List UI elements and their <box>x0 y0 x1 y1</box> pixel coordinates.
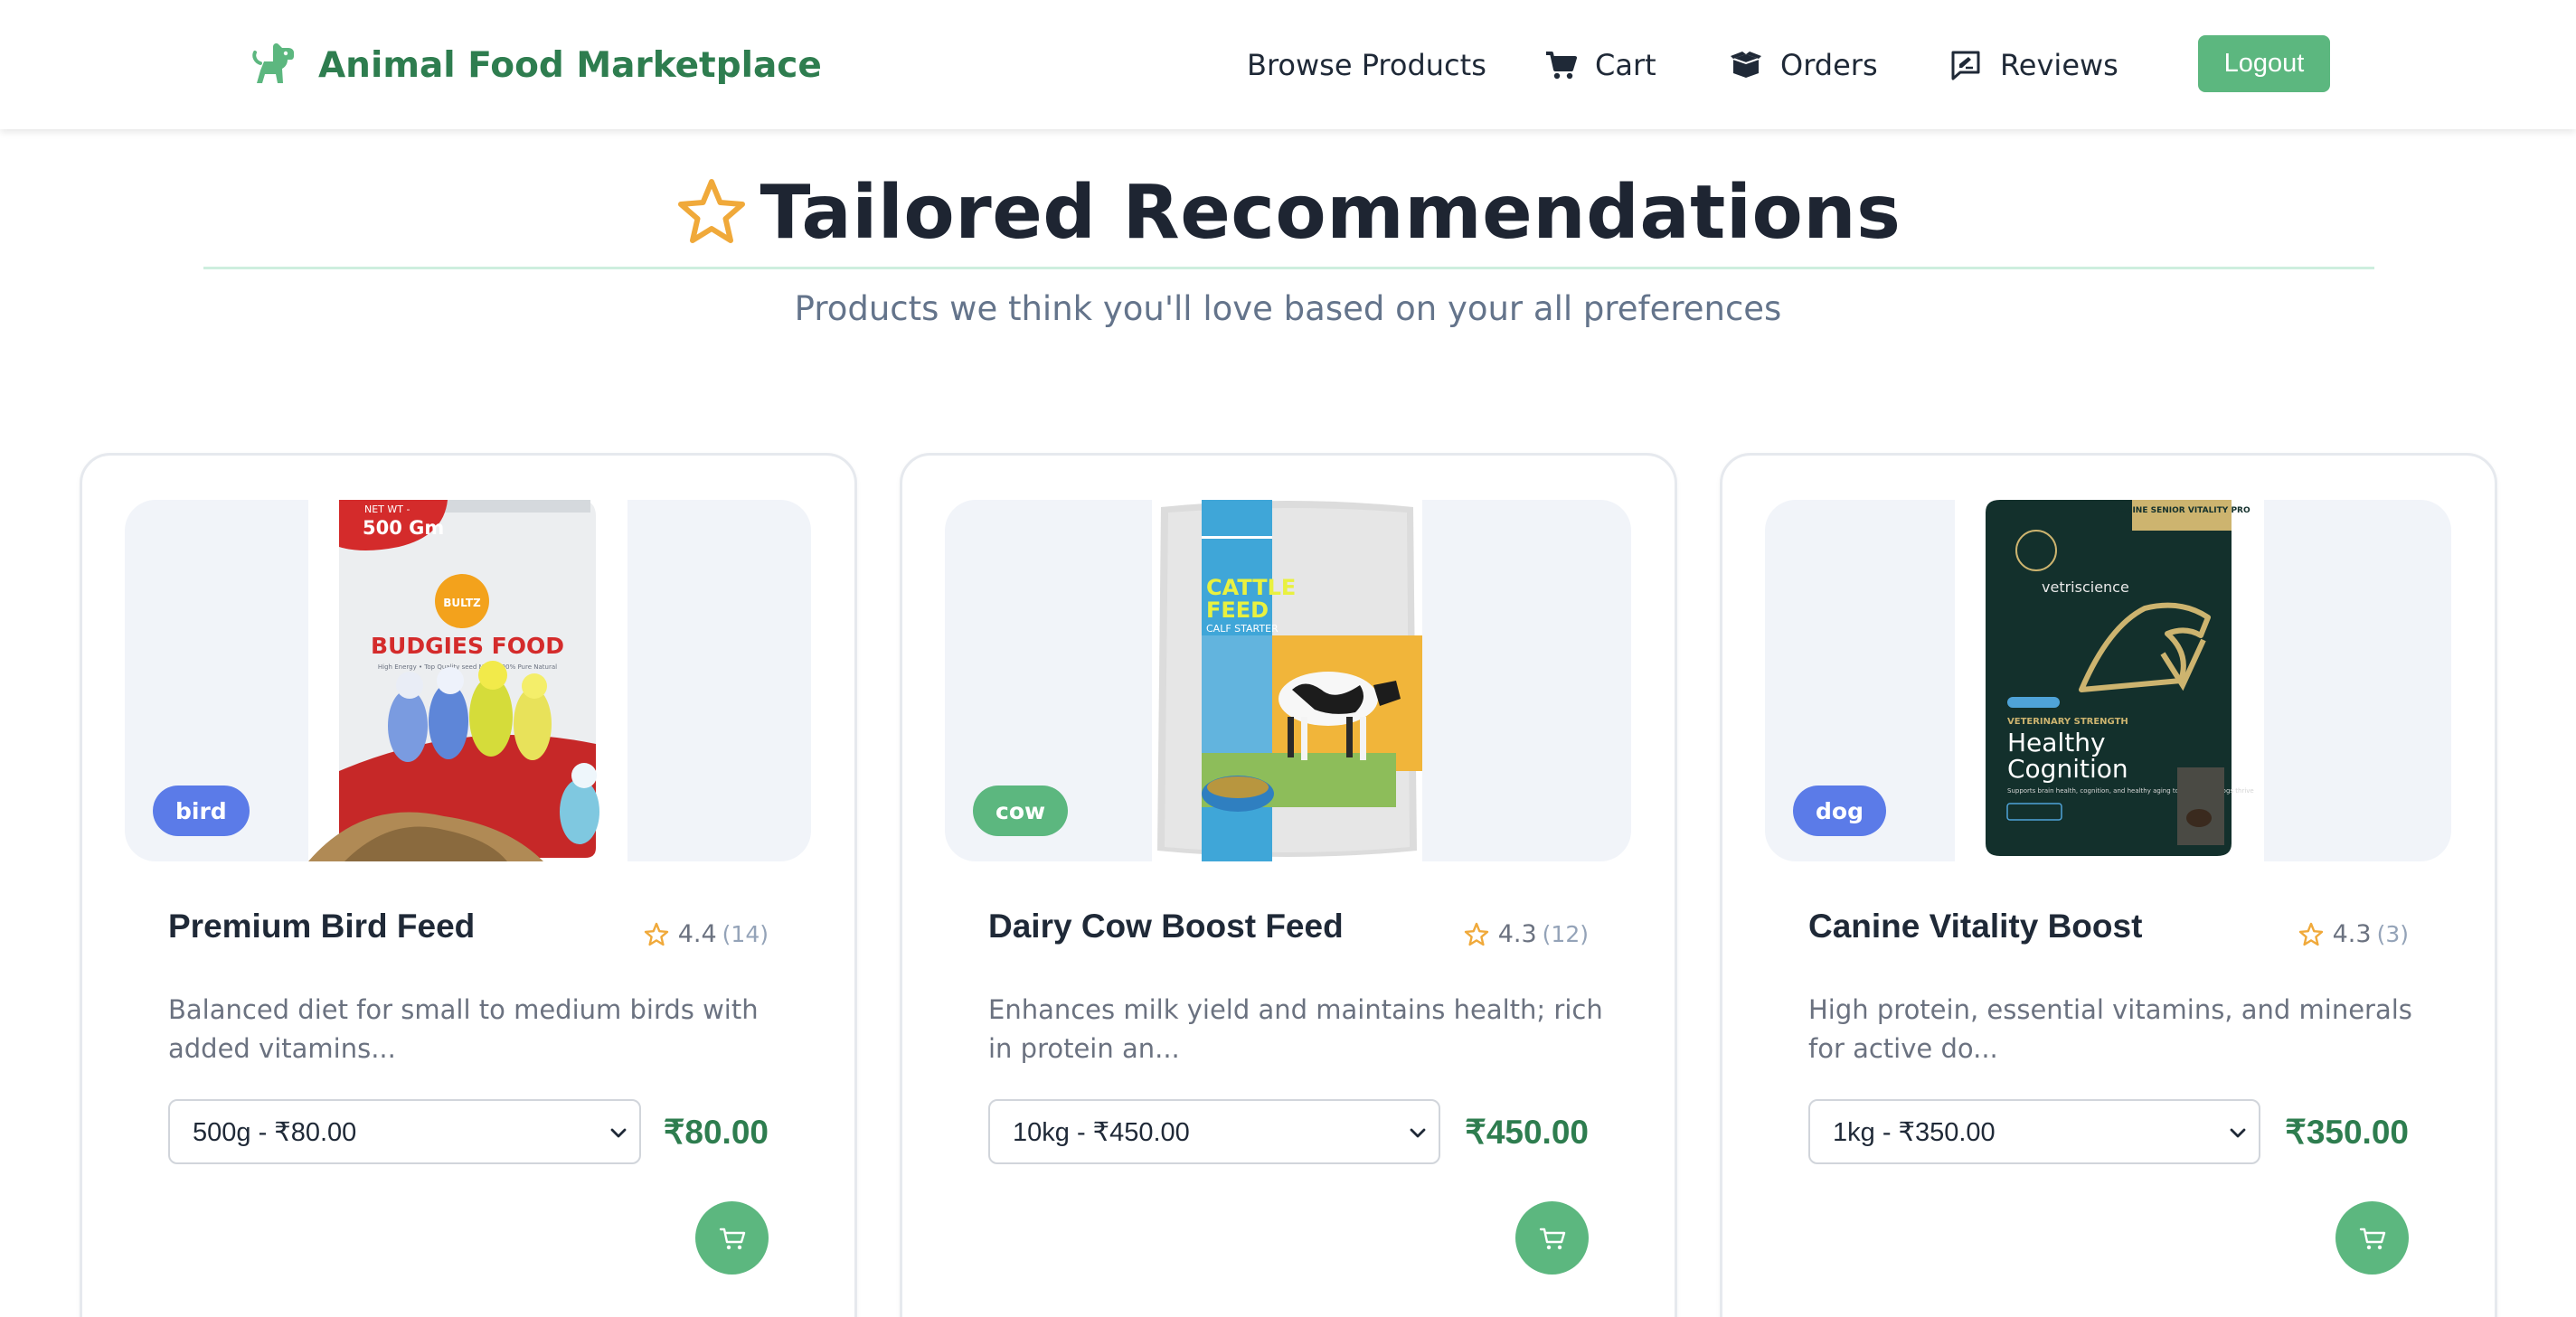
brand-logo-text: BULTZ <box>443 597 481 609</box>
product-rating: 4.3 (12) <box>1464 920 1589 948</box>
nav-cart-label: Cart <box>1595 48 1656 82</box>
variant-select[interactable]: 10kg - ₹450.00 <box>988 1099 1440 1164</box>
chevron-down-icon <box>1410 1128 1426 1138</box>
chevron-down-icon <box>2230 1128 2246 1138</box>
box-open-icon <box>1731 52 1761 78</box>
star-outline-icon <box>677 179 745 243</box>
ribbon-main-text: 500 Gm <box>363 517 444 539</box>
cart-icon <box>1546 52 1577 80</box>
nav-orders-label: Orders <box>1780 48 1878 82</box>
product-description: Enhances milk yield and maintains health… <box>988 994 1603 1064</box>
star-outline-icon <box>2298 922 2323 945</box>
product-rating: 4.3 (3) <box>2298 920 2409 948</box>
variant-select[interactable]: 1kg - ₹350.00 <box>1808 1099 2260 1164</box>
add-to-cart-button[interactable] <box>2335 1201 2409 1275</box>
package-title: BUDGIES FOOD <box>371 633 564 659</box>
rating-count: (12) <box>1542 921 1589 947</box>
variant-select-value: 1kg - ₹350.00 <box>1833 1117 1996 1147</box>
package-tagline: High Energy • Top Quality seed Mix • 100… <box>378 663 557 671</box>
product-name[interactable]: Dairy Cow Boost Feed <box>988 908 1344 945</box>
product-image[interactable]: CANINE SENIOR VITALITY PRO vetriscience … <box>1955 500 2264 861</box>
product-image-frame: CATTLE FEED CALF STARTER cow <box>945 500 1631 861</box>
category-badge: dog <box>1793 785 1886 836</box>
product-name[interactable]: Canine Vitality Boost <box>1808 908 2142 945</box>
variant-select[interactable]: 500g - ₹80.00 <box>168 1099 641 1164</box>
corner-label: CANINE SENIOR VITALITY PRO <box>2113 506 2250 515</box>
brand-name: Animal Food Marketplace <box>318 44 822 86</box>
brand[interactable]: Animal Food Marketplace <box>246 38 822 92</box>
product-image[interactable]: NET WT - 500 Gm BULTZ BUDGIES FOOD High … <box>308 500 627 861</box>
top-navbar: Animal Food Marketplace Browse Products … <box>0 0 2576 129</box>
dog-icon <box>252 43 294 83</box>
star-outline-icon <box>644 922 668 945</box>
package-line-3: CALF STARTER <box>1206 623 1279 635</box>
product-price: ₹80.00 <box>663 1114 769 1151</box>
nav-browse-label: Browse Products <box>1247 48 1486 82</box>
package-brand: vetriscience <box>2042 579 2129 596</box>
package-line-1: CATTLE <box>1206 575 1296 600</box>
product-price: ₹450.00 <box>1465 1114 1589 1151</box>
package-line-2: FEED <box>1206 597 1269 623</box>
add-to-cart-button[interactable] <box>1515 1201 1589 1275</box>
rating-value: 4.3 <box>2332 920 2372 948</box>
page-heading: Tailored Recommendations <box>0 163 2576 262</box>
cart-icon <box>1539 1228 1565 1249</box>
heading-divider <box>203 267 2374 269</box>
nav-cart[interactable]: Cart <box>1544 40 1656 90</box>
page-title: Tailored Recommendations <box>760 169 1901 256</box>
page-subtitle: Products we think you'll love based on y… <box>794 289 1782 328</box>
logout-button[interactable]: Logout <box>2198 35 2330 92</box>
rating-count: (3) <box>2376 921 2409 947</box>
add-to-cart-button[interactable] <box>695 1201 769 1275</box>
variant-select-value: 500g - ₹80.00 <box>193 1117 357 1147</box>
category-badge: cow <box>973 785 1069 836</box>
product-image[interactable]: CATTLE FEED CALF STARTER <box>1152 500 1422 861</box>
variant-select-value: 10kg - ₹450.00 <box>1013 1117 1190 1147</box>
product-image-frame: CANINE SENIOR VITALITY PRO vetriscience … <box>1765 500 2451 861</box>
star-outline-icon <box>1464 922 1488 945</box>
product-card[interactable]: NET WT - 500 Gm BULTZ BUDGIES FOOD High … <box>80 453 857 1317</box>
product-rating: 4.4 (14) <box>644 920 769 948</box>
cart-icon <box>2359 1228 2385 1249</box>
product-price: ₹350.00 <box>2285 1114 2409 1151</box>
package-kicker: VETERINARY STRENGTH <box>2007 717 2128 727</box>
product-card[interactable]: CANINE SENIOR VITALITY PRO vetriscience … <box>1720 453 2497 1317</box>
product-image-frame: NET WT - 500 Gm BULTZ BUDGIES FOOD High … <box>125 500 811 861</box>
nav-reviews-label: Reviews <box>2000 48 2118 82</box>
nav-browse-products[interactable]: Browse Products <box>1247 40 1486 90</box>
rating-value: 4.3 <box>1497 920 1537 948</box>
package-title-2: Cognition <box>2007 754 2128 784</box>
product-card[interactable]: CATTLE FEED CALF STARTER cow Dairy Cow B… <box>900 453 1677 1317</box>
product-name[interactable]: Premium Bird Feed <box>168 908 475 945</box>
chevron-down-icon <box>610 1128 627 1138</box>
category-badge: bird <box>153 785 250 836</box>
review-icon <box>1951 51 1980 80</box>
nav-orders[interactable]: Orders <box>1730 40 1878 90</box>
rating-count: (14) <box>722 921 769 947</box>
cart-icon <box>719 1228 745 1249</box>
product-description: High protein, essential vitamins, and mi… <box>1808 994 2412 1064</box>
nav-reviews[interactable]: Reviews <box>1949 40 2118 90</box>
product-description: Balanced diet for small to medium birds … <box>168 994 759 1064</box>
ribbon-top-text: NET WT - <box>364 503 410 515</box>
rating-value: 4.4 <box>677 920 717 948</box>
